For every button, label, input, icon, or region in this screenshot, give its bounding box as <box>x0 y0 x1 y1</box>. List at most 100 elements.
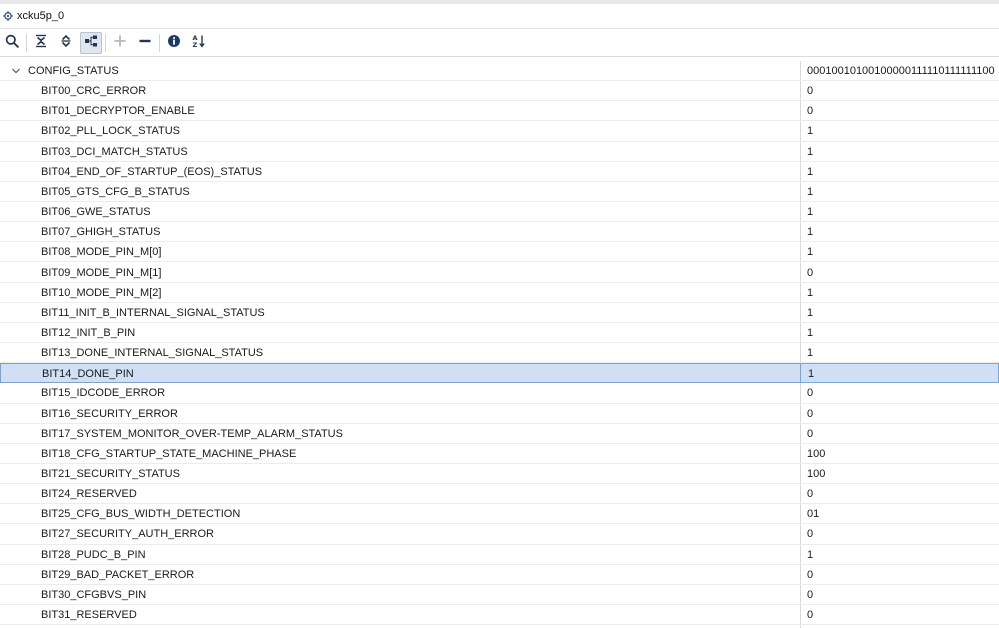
tree-row[interactable]: BIT01_DECRYPTOR_ENABLE 0 <box>0 101 999 122</box>
tree-row[interactable]: BIT16_SECURITY_ERROR 0 <box>0 404 999 424</box>
field-value: 1 <box>807 185 814 198</box>
tree-row[interactable]: BIT13_DONE_INTERNAL_SIGNAL_STATUS 1 <box>0 343 999 364</box>
tree-row[interactable]: BIT21_SECURITY_STATUS 100 <box>0 464 999 485</box>
field-name: BIT05_GTS_CFG_B_STATUS <box>41 185 190 198</box>
tree-row[interactable]: BIT12_INIT_B_PIN 1 <box>0 323 999 344</box>
field-name: BIT21_SECURITY_STATUS <box>41 468 180 480</box>
field-value: 0 <box>807 407 814 420</box>
add-icon <box>113 34 127 51</box>
chevron-down-icon[interactable] <box>11 66 21 76</box>
field-name: BIT00_CRC_ERROR <box>41 85 147 98</box>
tree-row[interactable]: BIT28_PUDC_B_PIN 1 <box>0 545 999 565</box>
field-name: BIT18_CFG_STARTUP_STATE_MACHINE_PHASE <box>41 447 297 460</box>
tree-row[interactable]: BIT03_DCI_MATCH_STATUS 1 <box>0 142 999 162</box>
tree-row[interactable]: BIT04_END_OF_STARTUP_(EOS)_STATUS 1 <box>0 162 999 182</box>
field-name: BIT04_END_OF_STARTUP_(EOS)_STATUS <box>41 165 263 178</box>
expand-all-icon <box>59 34 73 51</box>
device-chip-icon <box>3 11 13 21</box>
expand-all-button[interactable] <box>55 32 77 54</box>
field-value: 0 <box>807 609 814 622</box>
field-name: BIT10_MODE_PIN_M[2] <box>41 286 162 299</box>
tree-row[interactable]: BIT09_MODE_PIN_M[1] 0 <box>0 263 999 283</box>
field-name: BIT28_PUDC_B_PIN <box>41 548 146 561</box>
field-name: BIT01_DECRYPTOR_ENABLE <box>41 105 195 118</box>
window-title: xcku5p_0 <box>17 10 65 22</box>
field-value: 0 <box>807 266 814 279</box>
field-value: 1 <box>807 246 814 259</box>
field-value: 0 <box>807 528 814 541</box>
field-value: 0 <box>807 105 814 118</box>
hierarchy-view-icon <box>84 34 98 51</box>
field-value: 0 <box>807 387 814 400</box>
field-value: 1 <box>807 145 814 158</box>
tree-row[interactable]: BIT00_CRC_ERROR 0 <box>0 81 999 102</box>
field-name: BIT17_SYSTEM_MONITOR_OVER-TEMP_ALARM_STA… <box>41 427 343 440</box>
tree-row[interactable]: BIT27_SECURITY_AUTH_ERROR 0 <box>0 524 999 545</box>
tree-row[interactable]: BIT29_BAD_PACKET_ERROR 0 <box>0 565 999 585</box>
tree-row[interactable]: BIT08_MODE_PIN_M[0] 1 <box>0 242 999 263</box>
toolbar-separator <box>26 33 27 52</box>
add-button[interactable] <box>109 32 131 54</box>
toolbar: A Z <box>0 29 999 57</box>
field-name: BIT07_GHIGH_STATUS <box>41 226 161 239</box>
tree-row[interactable]: BIT11_INIT_B_INTERNAL_SIGNAL_STATUS 1 <box>0 303 999 323</box>
field-value: 1 <box>807 165 814 178</box>
register-name: CONFIG_STATUS <box>28 65 119 77</box>
field-value: 1 <box>807 206 814 219</box>
field-value: 0 <box>807 488 814 501</box>
field-name: BIT03_DCI_MATCH_STATUS <box>41 145 188 158</box>
window-title-bar: xcku5p_0 <box>0 4 999 29</box>
field-name: BIT08_MODE_PIN_M[0] <box>41 246 162 259</box>
field-value: 0 <box>807 568 814 581</box>
tree-row[interactable]: BIT07_GHIGH_STATUS 1 <box>0 222 999 243</box>
hierarchy-view-toggle[interactable] <box>80 31 102 54</box>
tree-row[interactable]: BIT14_DONE_PIN 1 <box>0 363 999 384</box>
remove-icon <box>138 34 152 51</box>
tree-row[interactable]: BIT30_CFGBVS_PIN 0 <box>0 585 999 606</box>
collapse-all-icon <box>34 34 48 51</box>
field-name: BIT06_GWE_STATUS <box>41 206 151 219</box>
tree-row[interactable]: BIT24_RESERVED 0 <box>0 484 999 505</box>
tree-row[interactable]: BIT06_GWE_STATUS 1 <box>0 202 999 223</box>
tree-row[interactable]: BIT02_PLL_LOCK_STATUS 1 <box>0 121 999 142</box>
field-value: 0 <box>807 427 814 440</box>
field-name: BIT25_CFG_BUS_WIDTH_DETECTION <box>41 508 241 521</box>
tree-row[interactable]: BIT31_RESERVED 0 <box>0 605 999 626</box>
field-value: 1 <box>807 286 814 299</box>
field-name: BIT31_RESERVED <box>41 609 137 622</box>
remove-button[interactable] <box>134 32 156 54</box>
tree-row[interactable]: BIT10_MODE_PIN_M[2] 1 <box>0 283 999 303</box>
register-value: 00010010100100000111110111111100 <box>807 65 995 77</box>
field-value: 100 <box>807 447 826 460</box>
sort-button[interactable]: A Z <box>188 32 210 54</box>
properties-button[interactable] <box>163 32 185 54</box>
field-name: BIT14_DONE_PIN <box>42 368 134 381</box>
field-value: 1 <box>808 368 815 381</box>
tree-row[interactable]: BIT05_GTS_CFG_B_STATUS 1 <box>0 182 999 203</box>
field-name: BIT02_PLL_LOCK_STATUS <box>41 125 180 138</box>
field-name: BIT11_INIT_B_INTERNAL_SIGNAL_STATUS <box>41 306 265 319</box>
svg-text:Z: Z <box>193 41 198 48</box>
search-icon <box>5 34 19 51</box>
field-name: BIT15_IDCODE_ERROR <box>41 387 166 400</box>
info-icon <box>167 34 181 51</box>
tree-row[interactable]: BIT25_CFG_BUS_WIDTH_DETECTION 01 <box>0 504 999 525</box>
config-status-tree-table: CONFIG_STATUS 00010010100100000111110111… <box>0 61 999 628</box>
field-value: 0 <box>807 85 814 98</box>
tree-row[interactable]: BIT17_SYSTEM_MONITOR_OVER-TEMP_ALARM_STA… <box>0 424 999 444</box>
field-name: BIT16_SECURITY_ERROR <box>41 407 178 420</box>
tree-row-config-status[interactable]: CONFIG_STATUS 00010010100100000111110111… <box>0 61 999 82</box>
collapse-all-button[interactable] <box>30 32 52 54</box>
field-value: 1 <box>807 226 814 239</box>
field-value: 1 <box>807 326 814 339</box>
search-button[interactable] <box>1 32 23 54</box>
field-value: 1 <box>807 548 814 561</box>
field-value: 1 <box>807 306 814 319</box>
toolbar-separator <box>159 33 160 52</box>
sort-az-icon: A Z <box>192 34 206 51</box>
tree-row[interactable]: BIT18_CFG_STARTUP_STATE_MACHINE_PHASE 100 <box>0 444 999 464</box>
field-value: 0 <box>807 588 814 601</box>
field-value: 100 <box>807 468 826 480</box>
field-name: BIT13_DONE_INTERNAL_SIGNAL_STATUS <box>41 347 264 360</box>
tree-row[interactable]: BIT15_IDCODE_ERROR 0 <box>0 383 999 404</box>
